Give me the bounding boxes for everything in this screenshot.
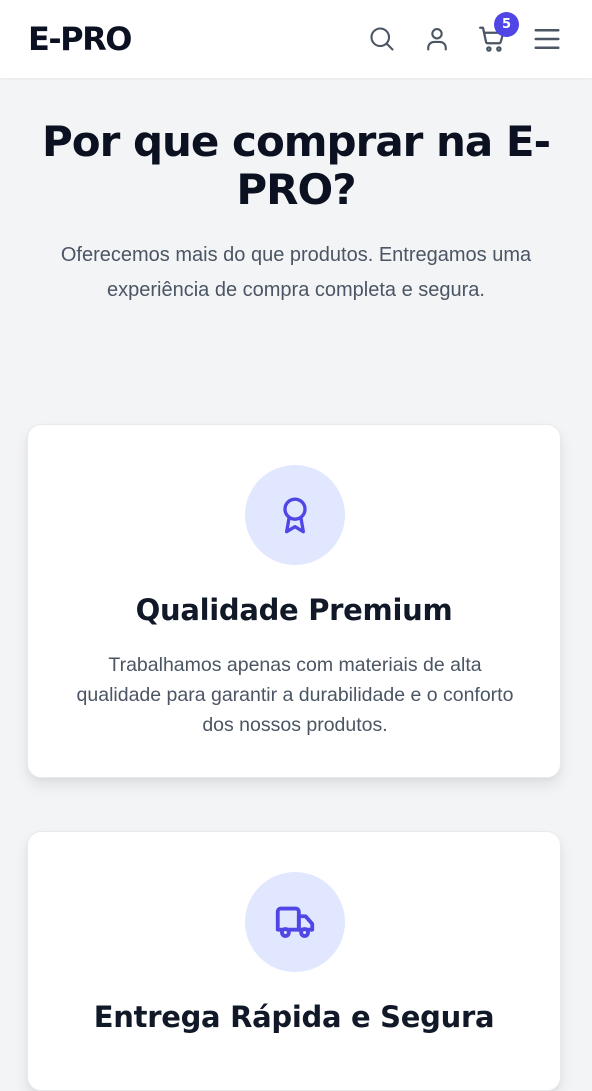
search-button[interactable] (365, 22, 399, 56)
feature-card-quality: Qualidade Premium Trabalhamos apenas com… (27, 424, 561, 778)
menu-icon (534, 29, 560, 49)
feature-description: Trabalhamos apenas com materiais de alta… (76, 654, 514, 736)
user-icon (427, 28, 447, 51)
feature-icon-badge (245, 465, 345, 565)
feature-title: Entrega Rápida e Segura (93, 1000, 495, 1034)
section-title: Por que comprar na E-PRO? (42, 117, 551, 214)
award-icon (283, 497, 307, 534)
feature-icon-badge (245, 872, 345, 972)
menu-button[interactable] (530, 22, 564, 56)
brand-logo[interactable]: E-PRO (28, 20, 132, 58)
search-icon (370, 27, 394, 51)
section-subtitle: Oferecemos mais do que produtos. Entrega… (60, 244, 532, 301)
truck-icon (275, 906, 315, 938)
feature-card-delivery: Entrega Rápida e Segura (27, 831, 561, 1091)
cart-button[interactable]: 5 (475, 12, 519, 56)
header-actions: 5 (365, 12, 564, 56)
site-header: E-PRO 5 (0, 0, 592, 78)
account-button[interactable] (420, 22, 454, 56)
feature-title: Qualidade Premium (135, 593, 453, 627)
cart-count-badge: 5 (494, 12, 519, 37)
